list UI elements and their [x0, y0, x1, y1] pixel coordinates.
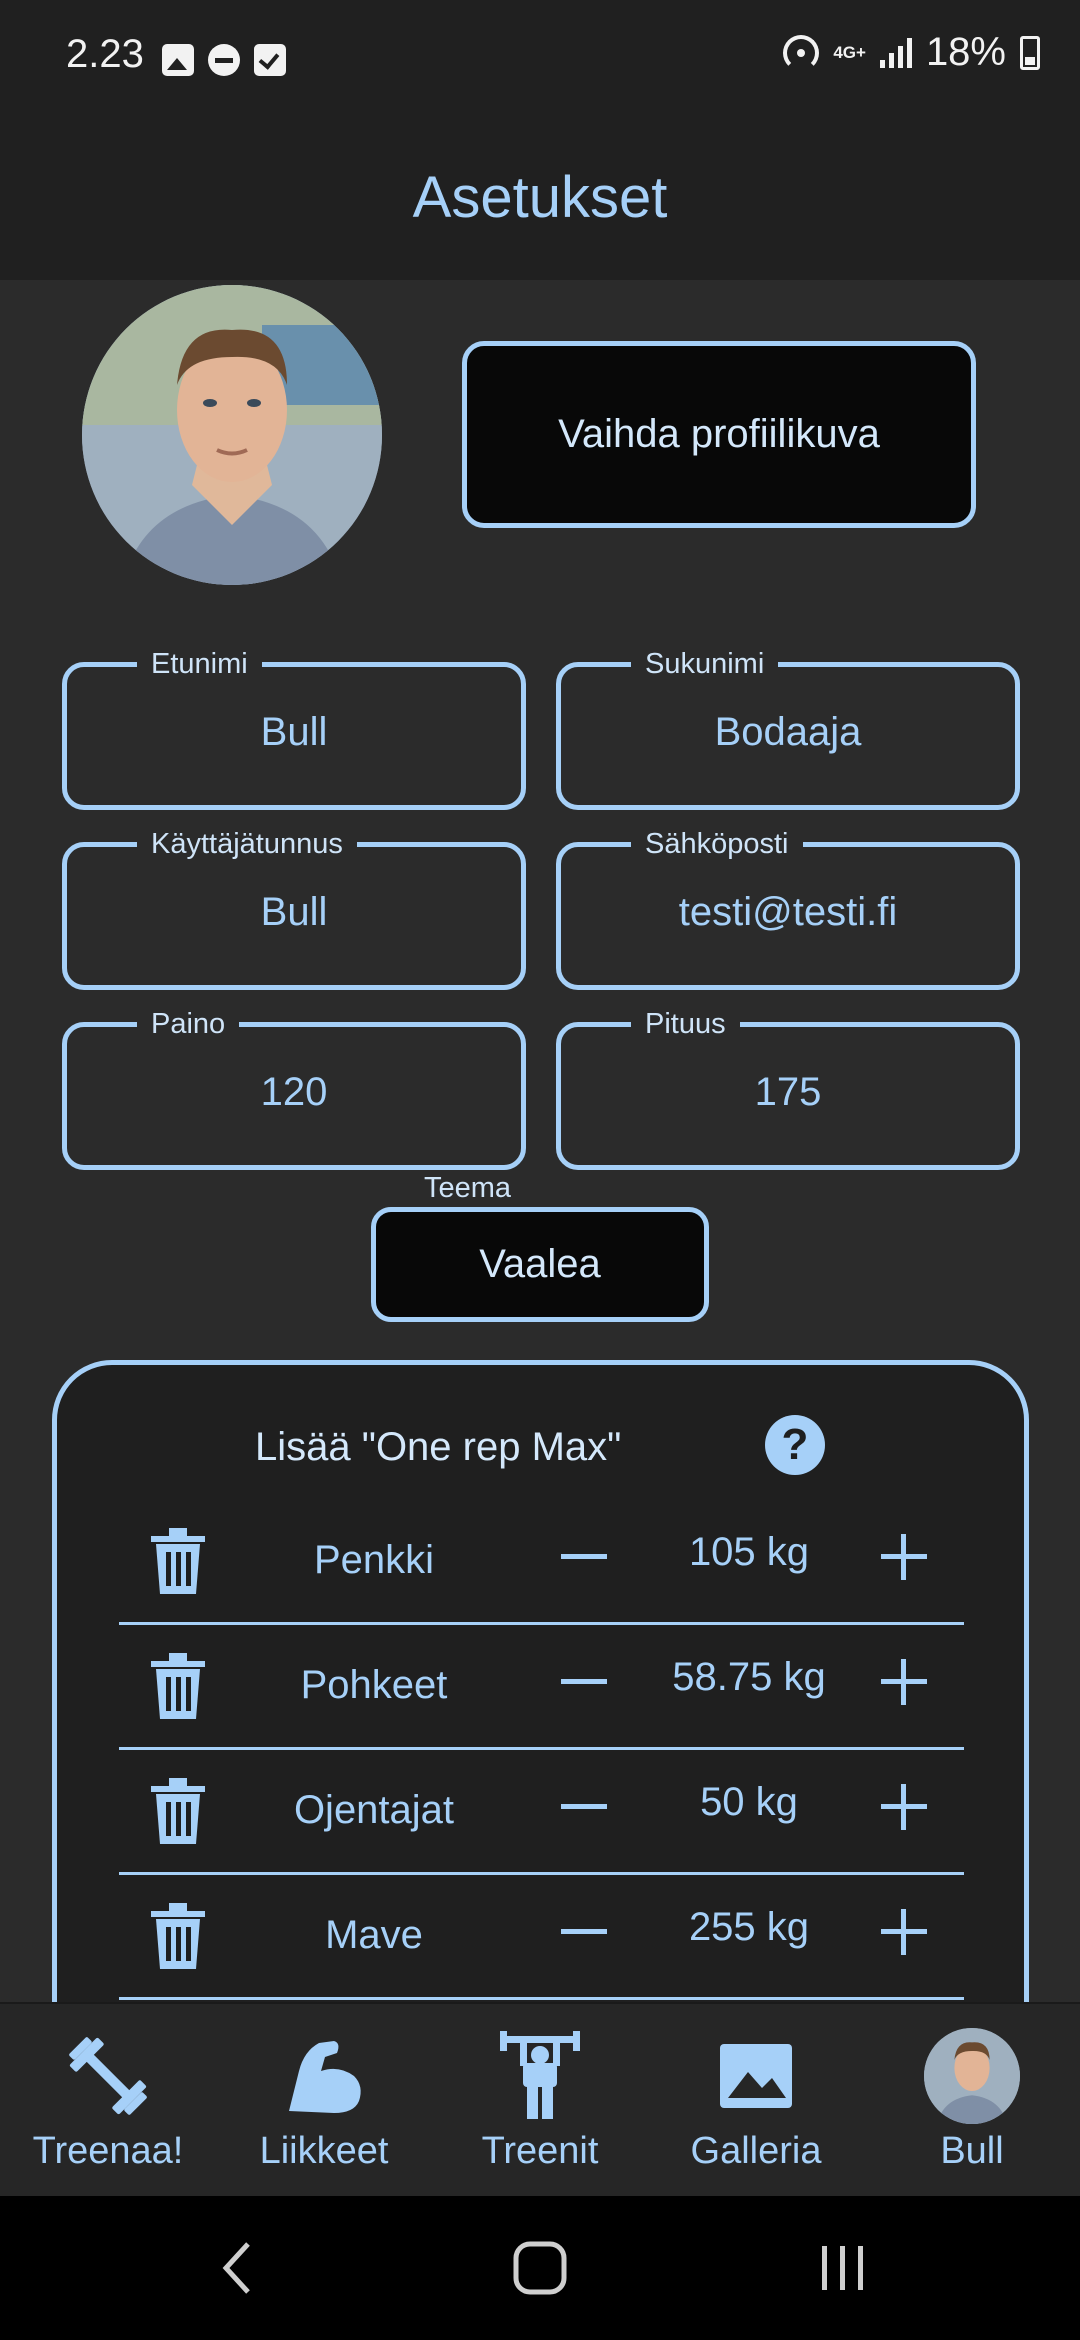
battery-percent: 18%	[925, 30, 1006, 74]
plus-icon[interactable]	[879, 1657, 929, 1707]
task-notification-icon	[254, 44, 286, 76]
notification-icons	[162, 44, 286, 76]
change-profile-photo-button[interactable]: Vaihda profiilikuva	[462, 341, 976, 528]
theme-select-button[interactable]: Vaalea	[371, 1207, 709, 1322]
status-bar: 2.23 4G+ 18%	[0, 0, 1080, 115]
system-navigation	[0, 2196, 1080, 2340]
exercise-weight: 50 kg	[700, 1780, 798, 1824]
recents-icon[interactable]	[818, 2240, 868, 2296]
profile-avatar[interactable]	[82, 285, 382, 585]
exercise-name: Penkki	[313, 1538, 435, 1582]
email-field[interactable]: Sähköposti testi@testi.fi	[556, 824, 1020, 990]
app-bar: Asetukset	[0, 115, 1080, 280]
exercise-weight: 58.75 kg	[672, 1655, 826, 1699]
nav-item-treenaa[interactable]: Treenaa!	[0, 2004, 216, 2196]
exercise-name: Mave	[325, 1913, 423, 1957]
page-title: Asetukset	[412, 165, 668, 230]
avatar	[924, 2028, 1020, 2124]
hotspot-icon	[783, 34, 820, 71]
one-rep-max-card: Lisää "One rep Max" ? Penkki 105 kg Pohk…	[52, 1360, 1029, 2002]
minus-icon[interactable]	[559, 1657, 609, 1707]
bottom-navigation: Treenaa! Liikkeet Treenit Galleria Bull	[0, 2002, 1080, 2196]
nav-label: Galleria	[690, 2130, 822, 2172]
weight-field[interactable]: Paino 120	[62, 1004, 526, 1170]
battery-icon	[1020, 35, 1040, 70]
first-name-label: Etunimi	[137, 644, 262, 684]
plus-icon[interactable]	[879, 1907, 929, 1957]
trash-icon[interactable]	[149, 1528, 207, 1594]
nav-label: Treenit	[481, 2130, 599, 2172]
one-rep-max-row: Mave 255 kg	[119, 1875, 964, 2000]
last-name-label: Sukunimi	[631, 644, 779, 684]
username-value[interactable]: Bull	[67, 890, 521, 935]
minus-icon[interactable]	[559, 1907, 609, 1957]
weight-label: Paino	[137, 1004, 240, 1044]
minus-icon[interactable]	[559, 1782, 609, 1832]
trash-icon[interactable]	[149, 1653, 207, 1719]
home-icon[interactable]	[512, 2240, 568, 2296]
image-icon	[708, 2028, 804, 2124]
one-rep-max-title: Lisää "One rep Max"	[255, 1425, 622, 1469]
settings-content[interactable]: Vaihda profiilikuva Etunimi Bull Sukunim…	[0, 280, 1080, 2002]
one-rep-max-row: Penkki 105 kg	[119, 1500, 964, 1625]
exercise-name: Ojentajat	[293, 1788, 455, 1832]
exercise-weight: 105 kg	[688, 1530, 810, 1574]
signal-icon	[879, 37, 912, 68]
weight-value[interactable]: 120	[67, 1070, 521, 1115]
height-value[interactable]: 175	[561, 1070, 1015, 1115]
username-label: Käyttäjätunnus	[137, 824, 357, 864]
status-right: 4G+ 18%	[783, 30, 1040, 75]
nav-label: Bull	[940, 2130, 1004, 2172]
last-name-value[interactable]: Bodaaja	[561, 710, 1015, 755]
exercise-weight: 255 kg	[688, 1905, 810, 1949]
nav-label: Treenaa!	[32, 2130, 184, 2172]
trash-icon[interactable]	[149, 1778, 207, 1844]
theme-label: Teema	[424, 1172, 512, 1204]
plus-icon[interactable]	[879, 1782, 929, 1832]
exercise-name: Pohkeet	[300, 1663, 448, 1707]
last-name-field[interactable]: Sukunimi Bodaaja	[556, 644, 1020, 810]
nav-label: Liikkeet	[259, 2130, 389, 2172]
back-icon[interactable]	[218, 2240, 258, 2296]
email-label: Sähköposti	[631, 824, 803, 864]
one-rep-max-row: Pohkeet 58.75 kg	[119, 1625, 964, 1750]
nav-item-treenit[interactable]: Treenit	[432, 2004, 648, 2196]
nav-item-galleria[interactable]: Galleria	[648, 2004, 864, 2196]
do-not-disturb-icon	[208, 44, 240, 76]
trash-icon[interactable]	[149, 1903, 207, 1969]
weightlifter-icon	[492, 2028, 588, 2124]
first-name-value[interactable]: Bull	[67, 710, 521, 755]
one-rep-max-row: Ojentajat 50 kg	[119, 1750, 964, 1875]
username-field[interactable]: Käyttäjätunnus Bull	[62, 824, 526, 990]
network-type: 4G+	[833, 43, 866, 62]
plus-icon[interactable]	[879, 1532, 929, 1582]
minus-icon[interactable]	[559, 1532, 609, 1582]
nav-item-liikkeet[interactable]: Liikkeet	[216, 2004, 432, 2196]
nav-item-profile[interactable]: Bull	[864, 2004, 1080, 2196]
height-field[interactable]: Pituus 175	[556, 1004, 1020, 1170]
status-time: 2.23	[66, 32, 144, 76]
height-label: Pituus	[631, 1004, 740, 1044]
help-icon[interactable]: ?	[765, 1415, 825, 1475]
biceps-icon	[276, 2028, 372, 2124]
gallery-notification-icon	[162, 44, 194, 76]
email-value[interactable]: testi@testi.fi	[561, 890, 1015, 935]
dumbbell-icon	[60, 2028, 156, 2124]
first-name-field[interactable]: Etunimi Bull	[62, 644, 526, 810]
